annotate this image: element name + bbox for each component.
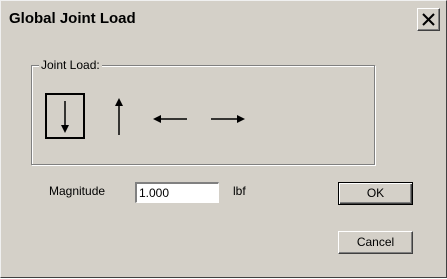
load-direction-down-button[interactable] xyxy=(45,93,85,139)
title-bar[interactable]: Global Joint Load xyxy=(4,4,443,34)
close-icon xyxy=(422,13,435,26)
global-joint-load-dialog: Global Joint Load Joint Load: Magnitude … xyxy=(0,0,447,278)
arrow-down-icon xyxy=(61,101,69,133)
magnitude-unit-label: lbf xyxy=(233,184,246,198)
magnitude-label: Magnitude xyxy=(49,184,106,198)
joint-load-group-label: Joint Load: xyxy=(39,58,102,72)
ok-button[interactable]: OK xyxy=(338,182,413,205)
window-title: Global Joint Load xyxy=(9,10,136,27)
magnitude-input[interactable] xyxy=(135,182,219,203)
cancel-button[interactable]: Cancel xyxy=(338,231,413,254)
load-direction-right-button[interactable] xyxy=(207,93,247,139)
arrow-right-icon xyxy=(211,115,245,123)
close-button[interactable] xyxy=(417,8,440,31)
arrow-up-icon xyxy=(115,98,123,135)
load-direction-up-button[interactable] xyxy=(99,93,139,139)
load-direction-left-button[interactable] xyxy=(151,93,191,139)
arrow-left-icon xyxy=(153,115,187,123)
